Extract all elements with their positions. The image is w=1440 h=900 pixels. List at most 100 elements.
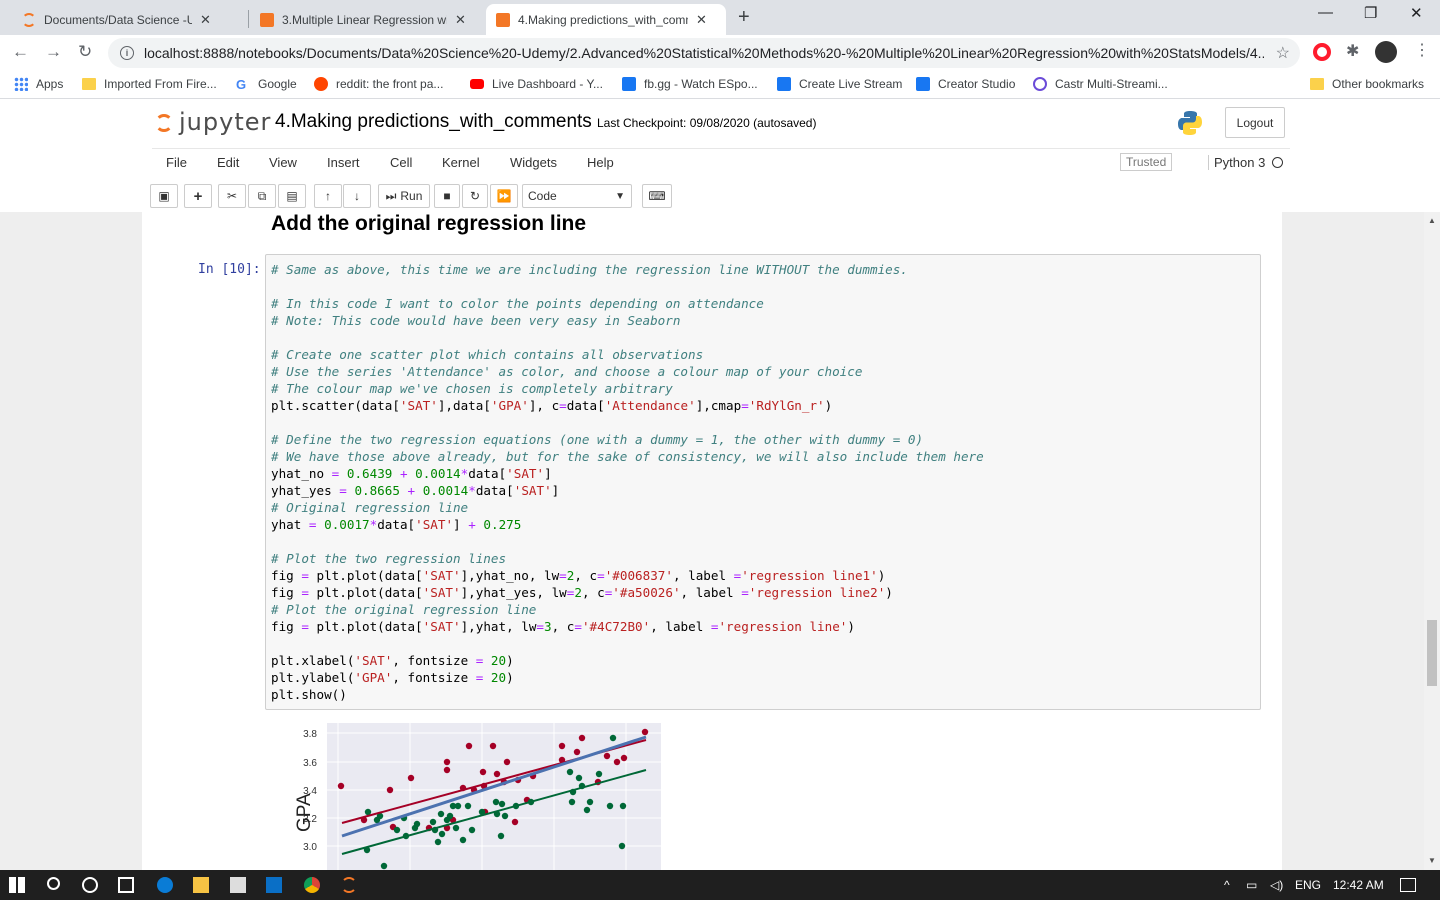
jupyter-logo[interactable]: jupyter [155,108,271,136]
google-icon: G [236,77,247,92]
move-down-icon[interactable]: ↓ [343,184,371,208]
paste-icon[interactable]: ▤ [278,184,306,208]
menu-edit[interactable]: Edit [217,155,239,170]
chrome-icon[interactable] [304,877,320,893]
jupyter-taskbar-icon[interactable] [341,877,357,893]
menu-widgets[interactable]: Widgets [510,155,557,170]
cortana-icon[interactable] [82,877,98,893]
code-comment: # The colour map we've chosen is complet… [271,381,673,396]
close-icon[interactable]: ✕ [455,12,466,28]
bookmark-imported[interactable]: Imported From Fire... [82,77,217,91]
extensions-puzzle-icon[interactable]: ✱ [1346,41,1359,61]
scatter-point-green [438,830,446,838]
scrollbar-thumb[interactable] [1427,620,1437,686]
menu-view[interactable]: View [269,155,297,170]
scroll-up-icon[interactable]: ▲ [1428,216,1436,225]
chevron-up-icon[interactable]: ^ [1224,878,1230,892]
trusted-badge[interactable]: Trusted [1120,153,1173,171]
volume-icon[interactable]: ◁) [1270,878,1283,892]
bookmark-create-live[interactable]: Create Live Stream [777,77,902,91]
opera-icon[interactable] [1313,43,1331,61]
menu-help[interactable]: Help [587,155,614,170]
forward-arrow-icon[interactable]: → [45,42,62,62]
tab-udemy-docs[interactable]: Documents/Data Science -Udemy ✕ [12,4,221,35]
reload-icon[interactable]: ↻ [78,42,92,62]
search-icon[interactable] [47,877,60,890]
scatter-point-green [464,802,472,810]
copy-icon[interactable]: ⧉ [248,184,276,208]
restore-icon[interactable]: ❐ [1364,4,1377,22]
page-scrollbar[interactable]: ▲ ▼ [1424,212,1440,870]
new-tab-button[interactable]: + [738,6,750,29]
y-tick-label: 3.8 [303,729,317,740]
section-heading: Add the original regression line [271,212,587,235]
code-comment: # Plot the two regression lines [271,551,507,566]
close-window-icon[interactable]: ✕ [1410,4,1423,22]
minimize-icon[interactable]: — [1318,4,1333,21]
bookmark-label: Castr Multi-Streami... [1055,77,1168,91]
bookmark-reddit[interactable]: reddit: the front pa... [314,77,443,91]
windows-taskbar: ^ ▭ ◁) ENG 12:42 AM [0,870,1440,900]
add-cell-icon[interactable]: + [184,184,212,208]
notification-icon[interactable] [1400,878,1416,892]
file-explorer-icon[interactable] [193,877,209,893]
scatter-point-green [364,808,372,816]
bookmark-creator-studio[interactable]: Creator Studio [916,77,1015,91]
restart-run-all-icon[interactable]: ⏩ [490,184,518,208]
info-icon[interactable]: i [120,46,134,60]
scatter-point-green [575,774,583,782]
scatter-point-green [619,802,627,810]
address-bar[interactable]: i localhost:8888/notebooks/Documents/Dat… [108,38,1300,68]
menu-insert[interactable]: Insert [327,155,360,170]
more-menu-icon[interactable]: ⋮ [1414,40,1430,60]
scatter-point-red [493,770,501,778]
code-content[interactable]: # Same as above, this time we are includ… [271,261,984,703]
python-logo-icon [1178,111,1202,135]
bookmark-google[interactable]: G Google [236,77,297,92]
mail-icon[interactable] [266,877,282,893]
task-view-icon[interactable] [118,877,134,893]
network-icon[interactable]: ▭ [1246,878,1257,892]
back-arrow-icon[interactable]: ← [12,42,29,62]
avatar[interactable] [1375,41,1397,63]
store-icon[interactable] [230,877,246,893]
windows-start-icon[interactable] [9,877,25,893]
menu-kernel[interactable]: Kernel [442,155,480,170]
tab-title: 3.Multiple Linear Regression with [282,12,447,27]
close-icon[interactable]: ✕ [696,12,707,28]
run-label: Run [400,189,423,203]
y-tick-labels: 3.8 3.6 3.4 3.2 3.0 [303,729,317,853]
interrupt-icon[interactable]: ■ [434,184,460,208]
edge-icon[interactable] [157,877,173,893]
scatter-point-green [429,818,437,826]
save-icon[interactable]: ▣ [150,184,178,208]
bookmark-fbgg[interactable]: fb.gg - Watch ESpo... [622,77,758,91]
tab-making-predictions[interactable]: 4.Making predictions_with_comm ✕ [486,4,726,35]
menu-cell[interactable]: Cell [390,155,412,170]
cell-type-select[interactable]: Code ▼ [522,184,632,208]
code-cell[interactable]: # Same as above, this time we are includ… [265,254,1261,710]
language-indicator[interactable]: ENG [1295,878,1321,892]
notebook-name[interactable]: 4.Making predictions_with_comments [275,111,592,133]
tab-multiple-regression[interactable]: 3.Multiple Linear Regression with ✕ [250,4,476,35]
bookmark-castr[interactable]: Castr Multi-Streami... [1033,77,1168,91]
cut-icon[interactable]: ✂ [218,184,246,208]
bookmark-apps[interactable]: Apps [14,77,63,91]
other-bookmarks[interactable]: Other bookmarks [1310,77,1424,91]
bookmark-star-icon[interactable]: ☆ [1276,43,1290,63]
kernel-name[interactable]: Python 3 [1208,155,1265,170]
close-icon[interactable]: ✕ [200,12,211,28]
keyboard-icon[interactable]: ⌨ [642,184,672,208]
scroll-down-icon[interactable]: ▼ [1428,856,1436,865]
logout-button[interactable]: Logout [1225,107,1285,138]
scatter-point-green [393,826,401,834]
bookmark-label: reddit: the front pa... [336,77,444,91]
run-button[interactable]: ⏭ Run [378,184,430,208]
menu-file[interactable]: File [166,155,187,170]
clock[interactable]: 12:42 AM [1333,878,1384,892]
move-up-icon[interactable]: ↑ [314,184,342,208]
notebook-toolbar: ▣ + ✂ ⧉ ▤ ↑ ↓ ⏭ Run ■ ↻ ⏩ Code ▼ ⌨ [150,183,1290,211]
scatter-point-red [603,752,611,760]
bookmark-live-dashboard[interactable]: Live Dashboard - Y... [470,77,603,91]
restart-icon[interactable]: ↻ [462,184,488,208]
